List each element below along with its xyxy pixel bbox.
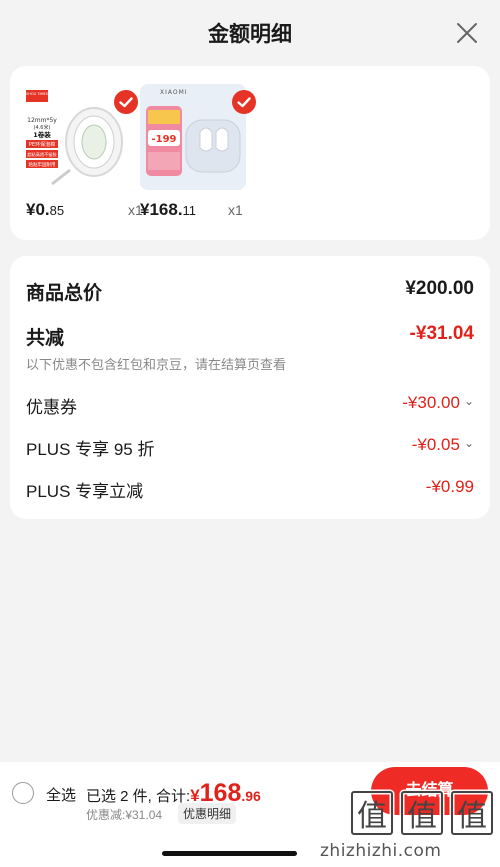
chevron-down-icon[interactable]: ⌄ xyxy=(464,394,474,408)
svg-text:-199: -199 xyxy=(151,134,176,145)
products-card: SHOU TIMES 12mm*5y (4.6米) 1卷装 PE环保泡棉 超粘高… xyxy=(10,66,490,240)
earbuds-brand-text: XIAOMI xyxy=(160,89,188,96)
select-all-radio[interactable] xyxy=(12,782,34,804)
coupon-label: 优惠券 xyxy=(26,398,77,417)
page-title: 金额明细 xyxy=(208,23,292,46)
close-icon[interactable] xyxy=(454,20,480,46)
price-summary-card: 商品总价 ¥200.00 共减 -¥31.04 以下优惠不包含红包和京豆，请在结… xyxy=(10,256,490,519)
checked-icon[interactable] xyxy=(114,90,138,114)
tape-brand-text: SHOU TIMES xyxy=(26,92,49,96)
plus-reduction-label: PLUS 专享立减 xyxy=(26,482,144,501)
product-image-tape[interactable]: SHOU TIMES 12mm*5y (4.6米) 1卷装 PE环保泡棉 超粘高… xyxy=(22,84,128,190)
svg-text:值: 值 xyxy=(357,799,387,834)
svg-text:粘贴牢固耐用: 粘贴牢固耐用 xyxy=(29,161,56,168)
discount-note: 以下优惠不包含红包和京豆，请在结算页查看 xyxy=(26,357,287,372)
product-price: ¥168.11 xyxy=(140,200,197,219)
plus-reduction-row: PLUS 专享立减 -¥0.99 xyxy=(26,477,474,503)
product-image-earbuds[interactable]: XIAOMI -199 xyxy=(140,84,246,190)
svg-text:值: 值 xyxy=(407,799,437,834)
svg-text:1卷装: 1卷装 xyxy=(33,130,51,139)
header: 金额明细 xyxy=(0,0,500,66)
svg-text:值: 值 xyxy=(457,799,487,834)
svg-text:(4.6米): (4.6米) xyxy=(34,124,51,131)
plus-reduction-value: -¥0.99 xyxy=(425,477,474,496)
discount-detail-button[interactable]: 优惠明细 xyxy=(178,803,237,824)
total-reduction-row: 共减 -¥31.04 xyxy=(26,323,474,349)
product-price: ¥0.85 xyxy=(26,200,65,219)
select-all-label[interactable]: 全选 xyxy=(46,784,76,805)
total-price-label: 商品总价 xyxy=(26,283,103,304)
total-reduction-value: -¥31.04 xyxy=(409,323,474,344)
coupon-row[interactable]: 优惠券 -¥30.00 ⌄ xyxy=(26,393,474,419)
watermark-site-text: zhizhizhi.com xyxy=(320,841,442,861)
home-indicator xyxy=(162,851,297,856)
checked-icon[interactable] xyxy=(232,90,256,114)
coupon-value[interactable]: -¥30.00 ⌄ xyxy=(402,393,474,413)
watermark-logo: 值 值 值 xyxy=(346,784,496,840)
svg-text:PE环保泡棉: PE环保泡棉 xyxy=(29,141,55,148)
plus-discount-value[interactable]: -¥0.05 ⌄ xyxy=(412,435,474,455)
total-reduction-label: 共减 xyxy=(26,328,65,349)
svg-text:超粘高透不留胶: 超粘高透不留胶 xyxy=(27,151,56,158)
product-quantity: x1 xyxy=(228,202,243,218)
discount-amount: 优惠减:¥31.04 xyxy=(86,808,163,822)
chevron-down-icon[interactable]: ⌄ xyxy=(464,436,474,450)
total-price-row: 商品总价 ¥200.00 xyxy=(26,278,474,304)
plus-discount-row[interactable]: PLUS 专享 95 折 -¥0.05 ⌄ xyxy=(26,435,474,461)
plus-discount-label: PLUS 专享 95 折 xyxy=(26,440,155,459)
total-price-value: ¥200.00 xyxy=(405,278,474,299)
svg-text:12mm*5y: 12mm*5y xyxy=(27,117,57,124)
